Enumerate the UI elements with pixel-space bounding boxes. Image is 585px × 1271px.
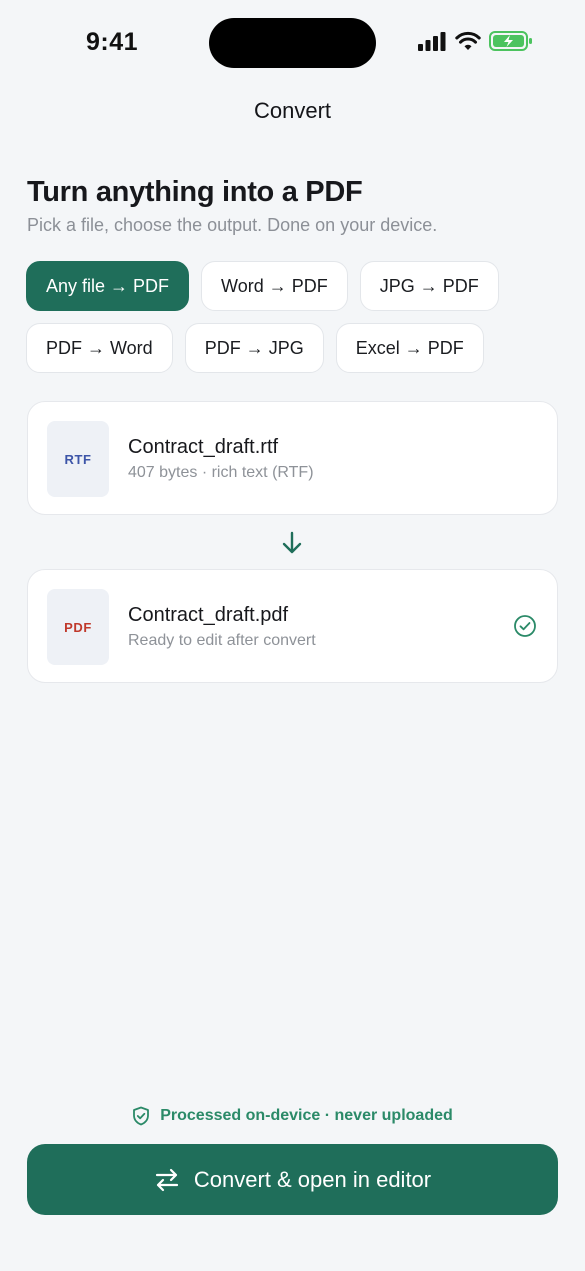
battery-icon	[489, 31, 532, 51]
status-time: 9:41	[86, 28, 139, 56]
chip-excel-to-pdf[interactable]: Excel → PDF	[335, 323, 484, 373]
output-file-card[interactable]: PDF Contract_draft.pdf Ready to edit aft…	[27, 569, 558, 683]
status-icons	[417, 30, 533, 52]
chip-row: PDF → Word PDF → JPG Excel → PDF	[26, 323, 566, 373]
privacy-note: Processed on-device · never uploaded	[0, 1106, 585, 1126]
source-file-card[interactable]: RTF Contract_draft.rtf 407 bytes · rich …	[27, 401, 558, 515]
dynamic-island	[209, 18, 376, 68]
chip-row: Any file → PDF Word → PDF JPG → PDF	[26, 261, 566, 311]
source-file-meta: 407 bytes · rich text (RTF)	[128, 464, 314, 481]
privacy-note-text: Processed on-device · never uploaded	[160, 1107, 453, 1124]
hero-title: Turn anything into a PDF	[27, 176, 363, 208]
chip-jpg-to-pdf[interactable]: JPG → PDF	[359, 261, 499, 311]
conversion-type-chips: Any file → PDF Word → PDF JPG → PDF PDF …	[26, 261, 566, 385]
output-file-meta: Ready to edit after convert	[128, 632, 316, 649]
source-file-name: Contract_draft.rtf	[128, 436, 279, 458]
hero-subtitle: Pick a file, choose the output. Done on …	[27, 215, 438, 235]
pdf-file-thumbnail: PDF	[47, 589, 109, 665]
nav-title: Convert	[253, 98, 332, 123]
chip-pdf-to-word[interactable]: PDF → Word	[26, 323, 173, 373]
signal-icon	[418, 32, 446, 51]
swap-arrows-icon	[155, 1168, 178, 1191]
arrow-down-icon	[282, 531, 302, 554]
chip-any-file-to-pdf[interactable]: Any file → PDF	[26, 261, 190, 311]
convert-open-editor-button[interactable]: Convert & open in editor	[27, 1144, 558, 1215]
convert-button-label: Convert & open in editor	[193, 1166, 432, 1192]
status-bar: 9:41	[0, 0, 585, 86]
rtf-file-thumbnail: RTF	[47, 421, 109, 497]
check-circle-icon	[514, 615, 536, 637]
output-file-name: Contract_draft.pdf	[128, 604, 289, 626]
shield-check-icon	[133, 1106, 150, 1126]
chip-pdf-to-jpg[interactable]: PDF → JPG	[184, 323, 324, 373]
chip-word-to-pdf[interactable]: Word → PDF	[201, 261, 348, 311]
wifi-icon	[455, 31, 481, 50]
